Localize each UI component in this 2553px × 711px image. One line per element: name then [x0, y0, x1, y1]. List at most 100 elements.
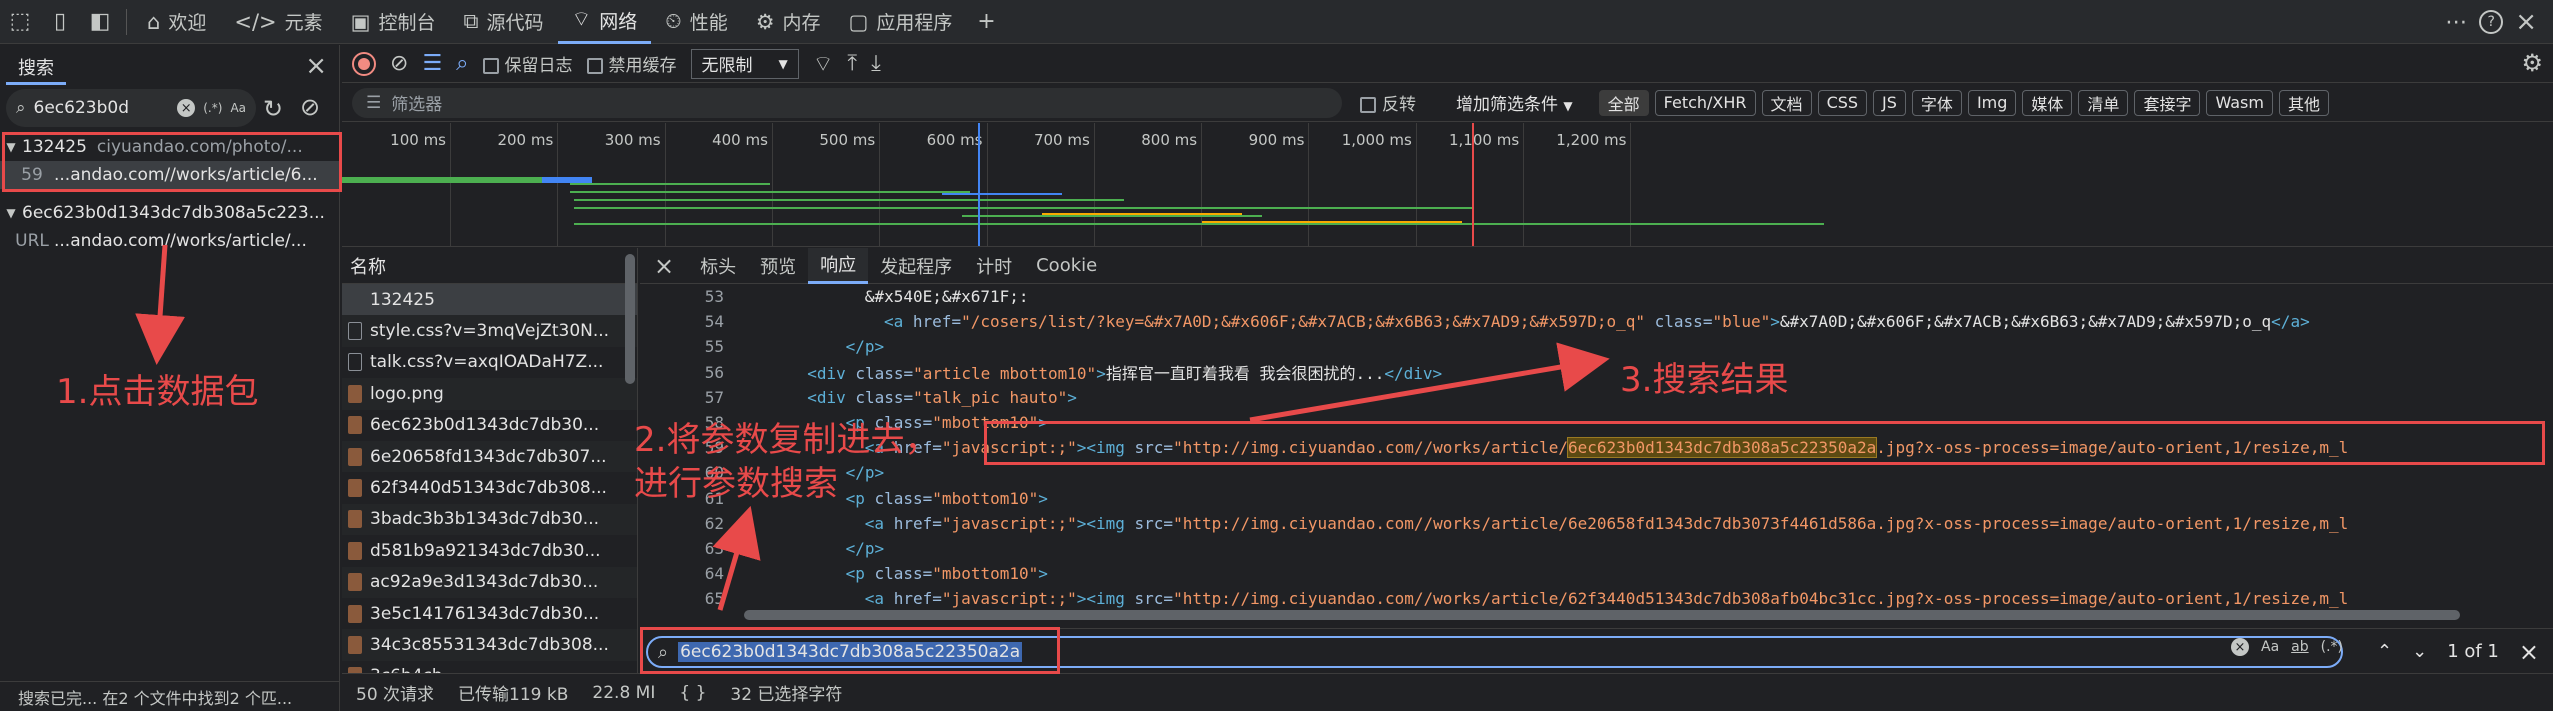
request-row[interactable]: 3c6b4cb... — [342, 661, 637, 673]
timeline-tick-label: 1,200 ms — [1556, 131, 1627, 149]
type-filter-chip[interactable]: Img — [1967, 89, 2017, 116]
type-filter-chip[interactable]: JS — [1873, 89, 1906, 116]
request-row[interactable]: 3e5c141761343dc7db30... — [342, 598, 637, 629]
tab-sources[interactable]: ⧉ 源代码 — [450, 0, 558, 44]
refresh-search-icon[interactable]: ↻ — [263, 95, 283, 123]
timeline-tick-label: 600 ms — [926, 131, 983, 149]
type-filter-chip[interactable]: 字体 — [1911, 89, 1962, 116]
export-har-icon[interactable]: ⤓ — [871, 51, 881, 76]
tab-search[interactable]: 搜索 — [6, 51, 66, 85]
code-brackets-icon: </> — [234, 9, 277, 34]
request-row[interactable]: d581b9a921343dc7db30... — [342, 535, 637, 566]
code-token: "mbottom10" — [932, 564, 1039, 584]
request-row[interactable]: 6e20658fd1343dc7db307... — [342, 440, 637, 473]
record-button[interactable] — [352, 51, 376, 76]
code-horizontal-scrollbar[interactable] — [744, 610, 2464, 620]
tab-home[interactable]: ⌂ 欢迎 — [133, 0, 220, 44]
request-row[interactable]: ac92a9e3d1343dc7db30... — [342, 566, 637, 598]
network-settings-gear-icon[interactable]: ⚙ — [2521, 49, 2543, 77]
throttling-select[interactable]: 无限制 ▼ — [690, 48, 799, 79]
type-filter-chip[interactable]: 媒体 — [2022, 89, 2073, 116]
type-filter-chip[interactable]: 套接字 — [2134, 89, 2201, 116]
type-filter-chip[interactable]: 全部 — [1598, 89, 1649, 116]
dock-side-icon[interactable]: ◧ — [80, 0, 120, 44]
filter-bar: ☰ 筛选器 反转 增加筛选条件 ▼ 全部 Fetch/XHR 文档 CSS JS 字体 Im… — [342, 84, 2553, 122]
clear-search-icon[interactable]: × — [177, 99, 196, 117]
close-detail-icon[interactable]: × — [640, 248, 688, 284]
tab-response-detail[interactable]: 响应 — [808, 248, 869, 284]
request-row[interactable]: 3badc3b3b1343dc7db30... — [342, 503, 637, 536]
import-har-icon[interactable]: ⤒ — [847, 51, 857, 76]
clear-log-icon[interactable]: ⊘ — [390, 51, 408, 76]
request-row[interactable]: talk.css?v=axqIOADaH7Z... — [342, 347, 637, 378]
tab-wifi[interactable]: ⌔ 网络 — [557, 0, 652, 44]
name-column-header[interactable]: 名称 — [342, 248, 637, 284]
checkbox-box[interactable] — [1360, 97, 1376, 113]
network-status-bar: 50 次请求 已传输119 kB 22.8 MI { } 32 已选择字符 — [342, 673, 2553, 711]
tab-response-detail[interactable]: 预览 — [748, 248, 808, 284]
cancel-search-icon[interactable]: ⊘ — [300, 93, 320, 121]
invert-checkbox[interactable]: 反转 — [1360, 90, 1416, 115]
tab-response-detail[interactable]: 发起程序 — [868, 248, 964, 284]
checkbox-box[interactable] — [586, 58, 603, 74]
regex-toggle[interactable]: (.*) — [203, 101, 222, 115]
tab-console[interactable]: ▣ 控制台 — [337, 0, 450, 44]
filter-toggle-icon[interactable]: ☰ — [422, 51, 442, 76]
search-icon[interactable]: ⌕ — [456, 51, 468, 76]
chevron-down-icon: ▼ — [1563, 99, 1573, 113]
request-row[interactable]: 34c3c85531343dc7db308... — [342, 629, 637, 661]
device-emulation-icon[interactable]: ▯ — [40, 0, 80, 44]
more-filters-dropdown[interactable]: 增加筛选条件 ▼ — [1456, 90, 1573, 115]
tab-response-detail[interactable]: Cookie — [1024, 248, 1109, 284]
scrollbar-thumb[interactable] — [744, 610, 2460, 620]
disable-cache-checkbox[interactable]: 禁用缓存 — [586, 51, 677, 76]
close-search-icon[interactable]: × — [305, 51, 327, 81]
timeline-gridline — [1415, 123, 1417, 246]
type-filter-chip[interactable]: 其他 — [2278, 89, 2329, 116]
tab-code-brackets[interactable]: </> 元素 — [220, 0, 336, 44]
tab-response-detail[interactable]: 标头 — [688, 248, 748, 284]
request-row[interactable]: 6ec623b0d1343dc7db30... — [342, 410, 637, 441]
search-result-match[interactable]: URL ...andao.com//works/article/... — [0, 227, 340, 255]
filter-input[interactable]: ☰ 筛选器 — [352, 87, 1342, 118]
match-count: 1 of 1 — [2447, 641, 2499, 662]
checkbox-box[interactable] — [482, 58, 499, 74]
code-line: 55 </p> — [640, 334, 2553, 359]
next-match-icon[interactable]: ⌄ — [2412, 641, 2427, 662]
network-conditions-icon[interactable]: ⌔ — [813, 50, 834, 78]
search-query[interactable]: 6ec623b0d — [34, 98, 170, 118]
type-filter-chip[interactable]: CSS — [1817, 89, 1868, 116]
match-case-toggle[interactable]: Aa — [2261, 639, 2279, 655]
previous-match-icon[interactable]: ⌃ — [2377, 641, 2392, 662]
tab-application[interactable]: ▢ 应用程序 — [835, 0, 967, 44]
preserve-log-checkbox[interactable]: 保留日志 — [482, 51, 573, 76]
request-row[interactable]: 62f3440d51343dc7db308... — [342, 472, 637, 503]
request-row[interactable]: logo.png — [342, 378, 637, 410]
close-devtools-icon[interactable]: × — [2515, 7, 2537, 37]
request-row[interactable]: style.css?v=3mqVejZt30N... — [342, 315, 637, 347]
help-icon[interactable]: ? — [2479, 10, 2504, 34]
request-row[interactable]: 132425 — [342, 284, 637, 316]
more-menu-icon[interactable]: ⋯ — [2445, 10, 2467, 35]
network-overview-timeline[interactable]: 100 ms 200 ms 300 ms 400 ms 500 ms 600 ms 700 … — [342, 123, 2553, 247]
add-panel-icon[interactable]: + — [966, 0, 1006, 44]
close-search-icon[interactable]: × — [2519, 638, 2539, 666]
pretty-print-button[interactable]: { } — [679, 683, 706, 703]
regex-toggle[interactable]: (.*) — [2321, 639, 2343, 655]
timeline-gridline — [986, 123, 988, 246]
type-filter-chip[interactable]: 文档 — [1761, 89, 1812, 116]
inspect-element-icon[interactable]: ⬚ — [0, 0, 40, 44]
code-token: > — [1067, 387, 1077, 407]
tab-response-detail[interactable]: 计时 — [964, 248, 1024, 284]
tab-performance[interactable]: ⏲ 性能 — [651, 0, 741, 44]
type-filter-chip[interactable]: Fetch/XHR — [1654, 89, 1756, 116]
type-filter-chip[interactable]: Wasm — [2206, 89, 2273, 116]
tab-memory[interactable]: ⚙ 内存 — [742, 0, 835, 44]
match-case-toggle[interactable]: Aa — [230, 101, 246, 115]
whole-word-toggle[interactable]: ab — [2291, 639, 2308, 655]
type-filter-chip[interactable]: 清单 — [2078, 89, 2129, 116]
search-input[interactable]: ⌕ 6ec623b0d × (.*) Aa — [6, 89, 256, 127]
code-token: </p> — [845, 539, 885, 559]
clear-search-icon[interactable]: × — [2231, 638, 2249, 656]
scrollbar-thumb[interactable] — [625, 254, 635, 384]
